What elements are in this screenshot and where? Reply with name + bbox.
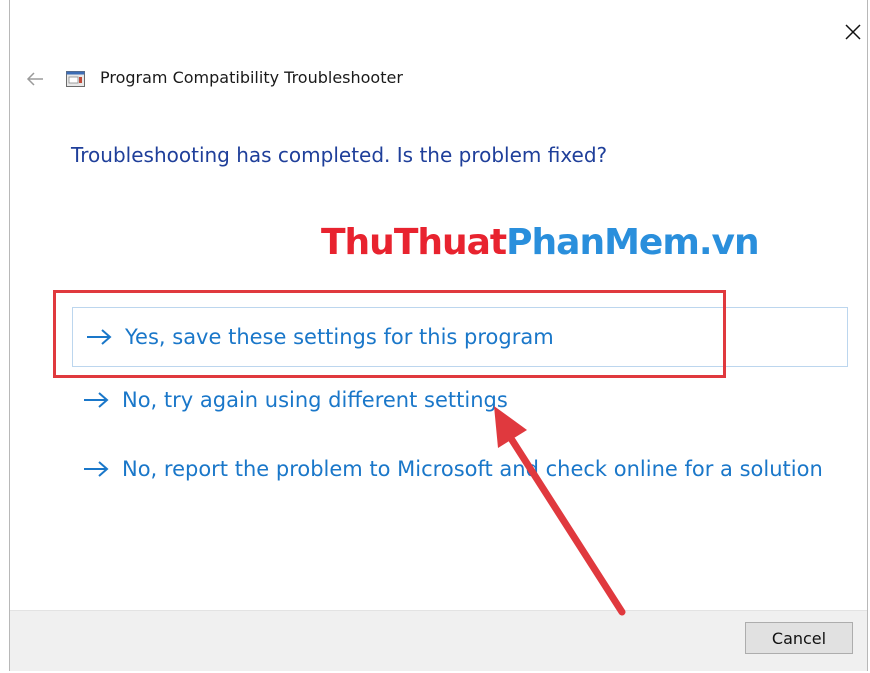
watermark-part-blue: PhanMem.vn (506, 222, 759, 263)
option-try-again-different-settings[interactable]: No, try again using different settings (70, 370, 508, 430)
back-button[interactable] (24, 68, 46, 90)
troubleshooter-window: Program Compatibility Troubleshooter Tro… (9, 0, 868, 671)
cancel-button[interactable]: Cancel (745, 622, 853, 654)
right-arrow-icon (84, 461, 109, 477)
right-arrow-icon (87, 329, 112, 345)
completion-heading: Troubleshooting has completed. Is the pr… (71, 143, 608, 167)
troubleshooter-app-icon (66, 70, 86, 88)
option-label: No, try again using different settings (122, 388, 508, 412)
option-yes-save-settings[interactable]: Yes, save these settings for this progra… (72, 307, 848, 367)
option-label: No, report the problem to Microsoft and … (122, 457, 823, 481)
back-arrow-icon (26, 72, 43, 86)
close-button[interactable] (841, 20, 865, 44)
watermark-part-red: ThuThuat (321, 222, 507, 263)
option-report-problem-microsoft[interactable]: No, report the problem to Microsoft and … (70, 439, 823, 499)
watermark-logo: ThuThuatPhanMem.vn (321, 222, 760, 263)
option-label: Yes, save these settings for this progra… (125, 325, 554, 349)
window-title: Program Compatibility Troubleshooter (100, 68, 403, 87)
right-arrow-icon (84, 392, 109, 408)
close-icon (845, 24, 861, 40)
footer-bar (10, 610, 867, 671)
